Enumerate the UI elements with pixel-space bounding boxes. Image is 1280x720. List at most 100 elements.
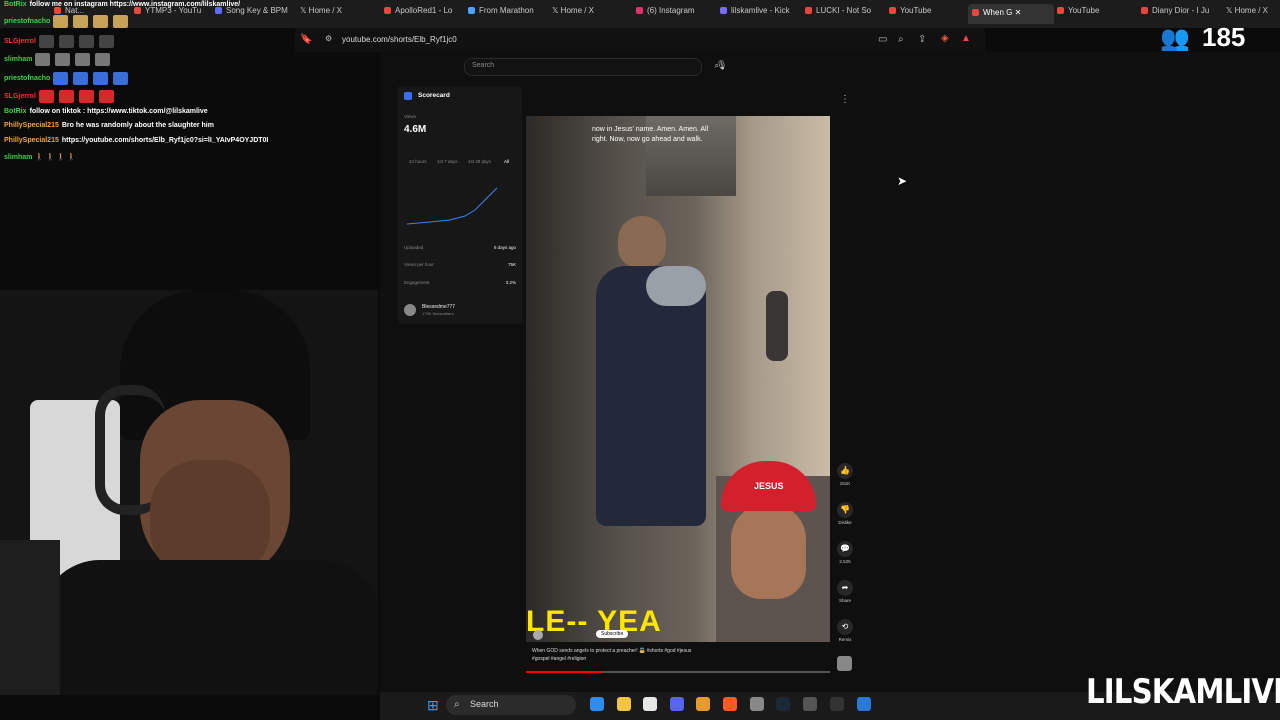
emote-icon bbox=[78, 35, 94, 48]
emote-icon bbox=[75, 53, 91, 66]
remix-icon: ⟲ bbox=[837, 619, 853, 635]
channel-name[interactable]: Blessedme777 bbox=[422, 304, 455, 310]
browser-tab[interactable]: (6) Instagram bbox=[636, 6, 706, 22]
brave-browser-icon[interactable] bbox=[723, 697, 737, 711]
rewards-icon[interactable]: ▲ bbox=[961, 33, 971, 44]
settings-icon[interactable] bbox=[803, 697, 817, 711]
discord-icon[interactable] bbox=[670, 697, 684, 711]
remix-button[interactable]: ⟲ Remix bbox=[836, 619, 854, 642]
video-caption: now in Jesus' name. Amen. Amen. All righ… bbox=[592, 126, 709, 143]
preacher-face bbox=[731, 504, 806, 599]
range-7d[interactable]: 1st 7 days bbox=[437, 159, 458, 164]
tab-favicon-icon bbox=[384, 7, 391, 15]
obs-icon[interactable] bbox=[830, 697, 844, 711]
browser-tab[interactable]: YouTube bbox=[1057, 6, 1127, 22]
streamer-shirt bbox=[40, 560, 378, 695]
emote-icon bbox=[113, 15, 129, 28]
browser-tab[interactable]: lilskamlive - Kick bbox=[720, 6, 790, 22]
video-progress-fill bbox=[526, 671, 602, 673]
tab-close-icon[interactable]: ✕ bbox=[1015, 8, 1022, 17]
chat-message: slimham bbox=[4, 53, 115, 66]
views-sparkline bbox=[406, 187, 498, 225]
steam-icon[interactable] bbox=[776, 697, 790, 711]
windows-start-icon[interactable]: ⊞ bbox=[427, 697, 439, 714]
emote-icon bbox=[95, 53, 111, 66]
brave-shield-icon[interactable]: ◈ bbox=[941, 33, 949, 44]
mic-icon[interactable]: 🎙 bbox=[716, 60, 727, 71]
like-button[interactable]: 👍 151K bbox=[836, 463, 854, 486]
emote-icon bbox=[113, 72, 129, 85]
file-explorer-icon[interactable] bbox=[617, 697, 631, 711]
scorecard-title: Scorecard bbox=[418, 92, 450, 99]
chrome-icon[interactable] bbox=[750, 697, 764, 711]
browser-tab[interactable]: ApolloRed1 - Lo bbox=[384, 6, 454, 22]
zoom-icon[interactable]: ⌕ bbox=[898, 34, 904, 45]
taskbar-search[interactable]: ⌕ Search bbox=[446, 695, 576, 715]
vph-label: Views per hour bbox=[404, 262, 434, 267]
app-icon[interactable] bbox=[696, 697, 710, 711]
mouse-cursor-icon: ➤ bbox=[897, 174, 908, 188]
man-hood bbox=[646, 266, 706, 306]
store-icon[interactable] bbox=[643, 697, 657, 711]
emote-icon bbox=[58, 90, 74, 103]
browser-tab[interactable]: YouTube bbox=[889, 6, 959, 22]
thumbs-down-icon: 👎 bbox=[837, 502, 853, 518]
dislike-button[interactable]: 👎 Dislike bbox=[836, 502, 854, 525]
share-arrow-icon: ➦ bbox=[837, 580, 853, 596]
share-button[interactable]: ➦ Share bbox=[836, 580, 854, 603]
address-bar[interactable]: 🔖 ⚙ youtube.com/shorts/Elb_Ryf1jc0 ▭ ⌕ ⇪… bbox=[295, 28, 985, 52]
vph-value: 75K bbox=[507, 262, 516, 267]
stream-chat: BotRix follow me on instagram https://www… bbox=[0, 0, 380, 165]
search-icon: ⌕ bbox=[454, 699, 460, 710]
video-progress-track[interactable] bbox=[526, 671, 830, 673]
man-head bbox=[618, 216, 666, 268]
chat-message: PhillySpecial215 https://youtube.com/shor… bbox=[4, 137, 269, 144]
background-person bbox=[766, 291, 788, 361]
tab-favicon-icon bbox=[636, 7, 643, 15]
share-icon[interactable]: ⇪ bbox=[918, 34, 926, 45]
video-description: When GOD sends angels to protect a preac… bbox=[532, 648, 692, 662]
range-24h[interactable]: 24 hours bbox=[409, 159, 427, 164]
browser-tab[interactable]: 𝕏 Home / X bbox=[1226, 6, 1280, 22]
tab-favicon-icon bbox=[805, 7, 812, 15]
browser-tab[interactable]: Diany Dior - I Ju bbox=[1141, 6, 1211, 22]
chat-message: SLGjerrol bbox=[4, 35, 119, 48]
app-icon[interactable] bbox=[857, 697, 871, 711]
scorecard-logo-icon bbox=[404, 92, 412, 100]
x-logo-icon: 𝕏 bbox=[1226, 6, 1235, 15]
comments-button[interactable]: 💬 2,525 bbox=[836, 541, 854, 564]
browser-tab[interactable]: 𝕏 Home / X bbox=[552, 6, 622, 22]
views-label: Views bbox=[404, 114, 416, 119]
cap-text: JESUS bbox=[754, 481, 784, 491]
tab-favicon-icon bbox=[972, 9, 979, 17]
search-input[interactable]: Search ⌕ bbox=[464, 58, 719, 76]
more-options-icon[interactable]: ⋮ bbox=[840, 94, 850, 105]
emote-icon bbox=[98, 35, 114, 48]
audio-thumbnail[interactable] bbox=[837, 656, 852, 671]
copilot-icon[interactable] bbox=[590, 697, 604, 711]
x-logo-icon: 𝕏 bbox=[552, 6, 561, 15]
browser-tab[interactable]: LUCKI - Not So bbox=[805, 6, 875, 22]
range-all[interactable]: All bbox=[504, 159, 509, 164]
tab-favicon-icon bbox=[468, 7, 475, 15]
emote-icon bbox=[38, 90, 54, 103]
channel-avatar-small[interactable] bbox=[533, 630, 543, 640]
engagement-label: Engagement bbox=[404, 280, 430, 285]
chat-message: priestofnacho bbox=[4, 15, 133, 28]
emote-icon bbox=[93, 15, 109, 28]
browser-tab-active[interactable]: When G ✕ bbox=[968, 4, 1054, 24]
thumbs-up-icon: 👍 bbox=[837, 463, 853, 479]
subscribe-button[interactable]: Subscribe bbox=[596, 630, 629, 638]
microphone-arm bbox=[0, 540, 60, 695]
range-28d[interactable]: 1st 28 days bbox=[468, 159, 491, 164]
tab-favicon-icon bbox=[1057, 7, 1064, 15]
emote-icon bbox=[73, 72, 89, 85]
uploaded-value: 6 days ago bbox=[493, 245, 516, 250]
browser-tab[interactable]: From Marathon bbox=[468, 6, 538, 22]
comment-icon: 💬 bbox=[837, 541, 853, 557]
emote-icon bbox=[98, 90, 114, 103]
short-video-player[interactable]: JESUS bbox=[526, 116, 830, 642]
tab-favicon-icon bbox=[889, 7, 896, 15]
cast-icon[interactable]: ▭ bbox=[878, 34, 887, 45]
chat-message: SLGjerrol bbox=[4, 90, 119, 103]
